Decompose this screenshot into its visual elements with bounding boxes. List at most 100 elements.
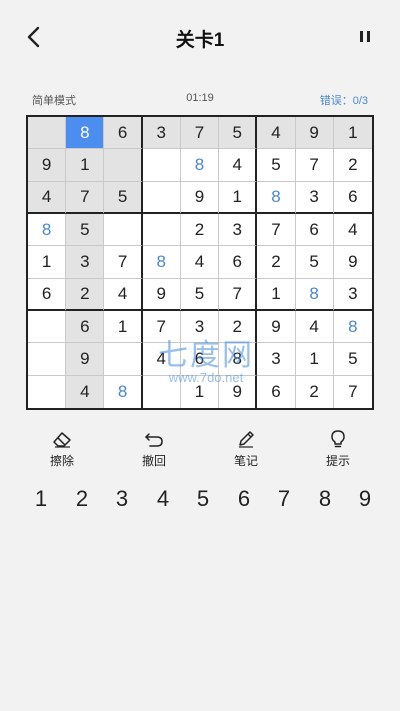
number-key-8[interactable]: 8 bbox=[310, 486, 340, 512]
hint-button[interactable]: 提示 bbox=[308, 430, 368, 469]
erase-label: 擦除 bbox=[49, 454, 74, 468]
sudoku-cell[interactable]: 8 bbox=[333, 311, 372, 344]
sudoku-cell[interactable]: 4 bbox=[219, 149, 258, 182]
sudoku-cell[interactable]: 5 bbox=[66, 213, 105, 247]
sudoku-cell[interactable]: 2 bbox=[180, 213, 220, 247]
sudoku-cell[interactable] bbox=[104, 213, 143, 247]
sudoku-cell[interactable]: 9 bbox=[28, 149, 67, 182]
sudoku-cell[interactable]: 2 bbox=[219, 310, 258, 344]
sudoku-cell[interactable]: 4 bbox=[333, 214, 372, 247]
sudoku-cell[interactable] bbox=[142, 181, 181, 214]
notes-label: 笔记 bbox=[233, 454, 258, 468]
sudoku-cell[interactable]: 8 bbox=[180, 149, 220, 182]
sudoku-cell[interactable]: 5 bbox=[180, 278, 220, 311]
sudoku-cell[interactable]: 8 bbox=[219, 343, 258, 376]
sudoku-cell[interactable]: 1 bbox=[104, 310, 143, 344]
sudoku-cell[interactable]: 7 bbox=[180, 117, 220, 150]
sudoku-cell[interactable] bbox=[143, 375, 181, 408]
sudoku-cell[interactable]: 8 bbox=[28, 213, 67, 247]
sudoku-cell[interactable]: 4 bbox=[142, 343, 181, 376]
sudoku-cell[interactable] bbox=[142, 149, 181, 182]
notes-button[interactable]: 笔记 bbox=[216, 430, 276, 469]
sudoku-cell[interactable] bbox=[28, 117, 67, 150]
sudoku-cell[interactable]: 8 bbox=[142, 246, 181, 279]
number-key-2[interactable]: 2 bbox=[67, 486, 97, 512]
number-key-3[interactable]: 3 bbox=[107, 486, 137, 512]
sudoku-cell[interactable]: 6 bbox=[333, 182, 372, 214]
sudoku-cell[interactable]: 6 bbox=[257, 375, 296, 408]
erase-button[interactable]: 擦除 bbox=[32, 430, 92, 469]
sudoku-cell[interactable]: 1 bbox=[66, 149, 105, 182]
sudoku-cell[interactable] bbox=[104, 343, 143, 376]
top-bar: 关卡1 bbox=[0, 0, 400, 75]
sudoku-cell[interactable] bbox=[142, 213, 181, 247]
sudoku-cell[interactable]: 6 bbox=[219, 246, 258, 279]
sudoku-cell[interactable]: 4 bbox=[66, 375, 105, 408]
sudoku-cell[interactable]: 9 bbox=[180, 181, 220, 214]
sudoku-cell[interactable]: 6 bbox=[180, 343, 220, 376]
sudoku-cell[interactable]: 8 bbox=[295, 278, 334, 311]
sudoku-cell[interactable] bbox=[28, 343, 67, 376]
sudoku-cell[interactable]: 5 bbox=[219, 117, 258, 150]
sudoku-cell[interactable]: 9 bbox=[66, 343, 105, 376]
sudoku-cell[interactable]: 7 bbox=[219, 278, 258, 311]
sudoku-cell[interactable]: 5 bbox=[333, 343, 372, 376]
undo-button[interactable]: 撤回 bbox=[124, 430, 184, 469]
sudoku-cell[interactable]: 8 bbox=[66, 117, 105, 150]
sudoku-cell[interactable]: 2 bbox=[333, 149, 372, 182]
number-key-7[interactable]: 7 bbox=[269, 486, 299, 512]
number-key-9[interactable]: 9 bbox=[350, 486, 380, 512]
sudoku-cell[interactable]: 7 bbox=[104, 246, 143, 279]
sudoku-cell[interactable]: 9 bbox=[333, 246, 372, 279]
sudoku-cell[interactable]: 6 bbox=[66, 310, 105, 344]
number-key-5[interactable]: 5 bbox=[188, 486, 218, 512]
sudoku-cell[interactable]: 3 bbox=[180, 310, 220, 344]
sudoku-cell[interactable]: 7 bbox=[295, 149, 334, 182]
sudoku-cell[interactable]: 7 bbox=[142, 310, 181, 344]
sudoku-cell[interactable]: 9 bbox=[257, 310, 296, 344]
sudoku-cell[interactable]: 3 bbox=[142, 117, 181, 150]
sudoku-cell[interactable]: 1 bbox=[295, 343, 334, 376]
sudoku-cell[interactable]: 7 bbox=[257, 213, 296, 247]
number-key-4[interactable]: 4 bbox=[148, 486, 178, 512]
sudoku-cell[interactable]: 6 bbox=[104, 117, 143, 150]
sudoku-cell[interactable]: 1 bbox=[257, 278, 296, 311]
sudoku-cell[interactable]: 6 bbox=[28, 278, 67, 311]
sudoku-cell[interactable] bbox=[28, 310, 67, 344]
sudoku-cell[interactable]: 4 bbox=[180, 246, 220, 279]
number-key-6[interactable]: 6 bbox=[229, 486, 259, 512]
sudoku-cell[interactable]: 2 bbox=[257, 246, 296, 279]
sudoku-cell[interactable]: 8 bbox=[257, 181, 296, 214]
sudoku-cell[interactable]: 1 bbox=[181, 375, 220, 408]
number-key-1[interactable]: 1 bbox=[26, 486, 56, 512]
pause-button[interactable] bbox=[358, 29, 372, 45]
sudoku-cell[interactable]: 3 bbox=[66, 246, 105, 279]
sudoku-cell[interactable]: 2 bbox=[66, 278, 105, 311]
sudoku-cell[interactable]: 3 bbox=[295, 181, 334, 214]
sudoku-cell[interactable] bbox=[104, 149, 143, 182]
sudoku-cell[interactable]: 3 bbox=[333, 279, 372, 311]
sudoku-cell[interactable]: 1 bbox=[28, 246, 67, 279]
sudoku-cell[interactable]: 1 bbox=[219, 181, 258, 214]
sudoku-cell[interactable]: 4 bbox=[28, 181, 67, 214]
sudoku-cell[interactable]: 5 bbox=[295, 246, 334, 279]
sudoku-cell[interactable]: 3 bbox=[257, 343, 296, 376]
sudoku-cell[interactable]: 3 bbox=[219, 213, 258, 247]
sudoku-cell[interactable]: 6 bbox=[295, 213, 334, 247]
sudoku-cell[interactable]: 5 bbox=[104, 181, 143, 214]
sudoku-cell[interactable]: 7 bbox=[334, 376, 372, 408]
sudoku-cell[interactable]: 2 bbox=[296, 375, 334, 408]
sudoku-cell[interactable]: 4 bbox=[295, 310, 334, 344]
sudoku-cell[interactable]: 4 bbox=[257, 117, 296, 150]
sudoku-cell[interactable]: 9 bbox=[295, 117, 334, 150]
sudoku-board: 8637549191845724759183685237641378462596… bbox=[26, 115, 374, 410]
sudoku-cell[interactable]: 4 bbox=[104, 278, 143, 311]
sudoku-cell[interactable]: 1 bbox=[333, 117, 372, 150]
sudoku-cell[interactable]: 8 bbox=[104, 375, 143, 408]
sudoku-cell[interactable]: 5 bbox=[257, 149, 296, 182]
sudoku-cell[interactable]: 9 bbox=[219, 375, 258, 408]
sudoku-cell[interactable] bbox=[28, 375, 67, 408]
sudoku-cell[interactable]: 7 bbox=[66, 181, 105, 214]
sudoku-cell[interactable]: 9 bbox=[142, 278, 181, 311]
eraser-icon bbox=[53, 432, 71, 448]
